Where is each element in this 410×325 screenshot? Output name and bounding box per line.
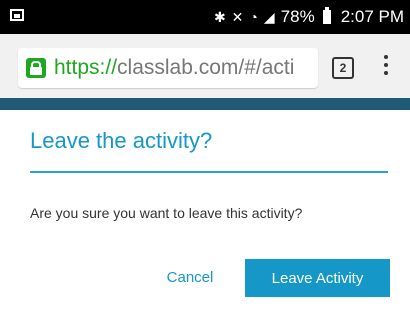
wifi-icon: ◔	[249, 9, 258, 25]
tab-switcher-button[interactable]: 2	[332, 57, 354, 79]
url-host: classlab.com/#/acti	[117, 56, 295, 79]
cancel-button[interactable]: Cancel	[140, 256, 240, 298]
dialog-title: Leave the activity?	[30, 128, 213, 153]
url-text[interactable]: https://classlab.com/#/acti	[54, 56, 294, 80]
dialog-message: Are you sure you want to leave this acti…	[30, 205, 303, 221]
url-scheme: https://	[54, 56, 118, 79]
status-right-cluster: ✱ ✕ ◔ ◢ 78% 2:07 PM	[214, 0, 404, 34]
lock-icon[interactable]	[26, 58, 46, 78]
address-bar[interactable]: https://classlab.com/#/acti	[18, 48, 318, 88]
gallery-icon	[10, 9, 24, 21]
battery-icon	[322, 7, 331, 24]
status-bar: ✱ ✕ ◔ ◢ 78% 2:07 PM	[0, 0, 410, 34]
clock-time: 2:07 PM	[340, 7, 404, 26]
mute-icon: ✕	[231, 9, 244, 25]
signal-icon: ◢	[263, 9, 275, 25]
more-options-icon[interactable]	[382, 52, 390, 82]
page-header-strip	[0, 98, 410, 110]
battery-percent: 78%	[280, 7, 315, 26]
leave-activity-button[interactable]: Leave Activity	[245, 259, 390, 297]
title-divider	[30, 171, 388, 173]
browser-toolbar: https://classlab.com/#/acti 2	[0, 34, 410, 98]
bluetooth-icon: ✱	[213, 9, 226, 25]
